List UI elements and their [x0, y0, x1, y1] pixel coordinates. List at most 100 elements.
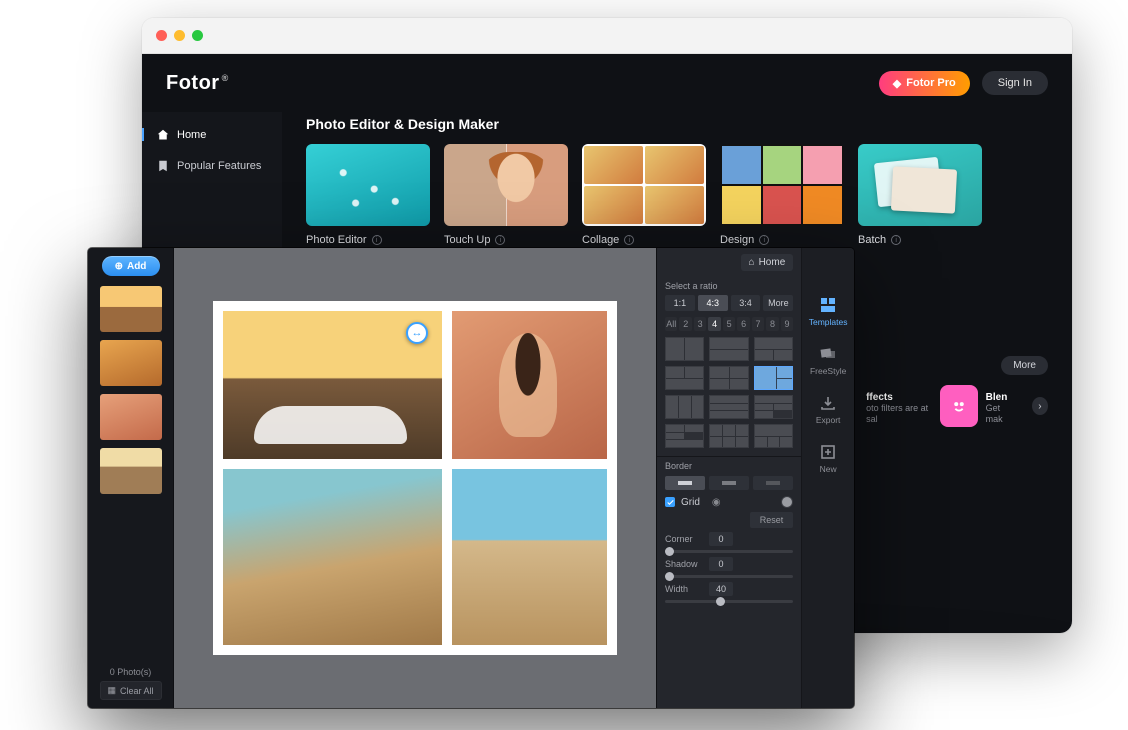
canvas-area[interactable]: ↔	[174, 248, 656, 708]
carousel-next-button[interactable]: ›	[1032, 397, 1048, 415]
ratio-3-4[interactable]: 3:4	[731, 295, 761, 311]
settings-panel: ⌂ Home Select a ratio 1:1 4:3 3:4 More A…	[657, 248, 802, 708]
source-thumbnail[interactable]	[100, 286, 162, 332]
traffic-lights[interactable]	[156, 30, 203, 41]
collage-cell[interactable]	[223, 469, 442, 645]
card-touch-up[interactable]: Touch Upi	[444, 144, 568, 246]
layout-option[interactable]	[709, 395, 748, 419]
collage-canvas[interactable]: ↔	[213, 301, 617, 655]
info-icon[interactable]: i	[759, 235, 769, 245]
border-style-pattern[interactable]	[753, 476, 793, 490]
home-button[interactable]: ⌂ Home	[741, 254, 794, 271]
layout-option[interactable]	[665, 395, 704, 419]
layout-option[interactable]	[709, 366, 748, 390]
collage-cell[interactable]	[452, 311, 607, 459]
plus-icon: ⊕	[115, 261, 123, 272]
border-style-tabs	[665, 476, 793, 490]
sidebar-item-popular[interactable]: Popular Features	[142, 151, 282, 180]
sidebar-item-home[interactable]: Home	[142, 120, 282, 149]
info-icon[interactable]: i	[891, 235, 901, 245]
slider-track[interactable]	[665, 550, 793, 553]
border-style-gradient[interactable]	[709, 476, 749, 490]
sidebar-item-label: Popular Features	[177, 160, 261, 172]
card-collage[interactable]: Collagei	[582, 144, 706, 246]
home-icon: ⌂	[749, 257, 755, 268]
face-icon	[940, 385, 977, 427]
freestyle-icon	[819, 345, 837, 363]
slider-shadow: Shadow 0	[665, 557, 793, 571]
resize-handle-icon[interactable]: ↔	[406, 322, 428, 344]
rail-new[interactable]: New	[819, 443, 837, 474]
slider-width: Width 40	[665, 582, 793, 596]
cell-count-row: All 2 3 4 5 6 7 8 9	[657, 317, 801, 337]
trash-icon: ▦	[107, 685, 116, 696]
window-titlebar	[142, 18, 1072, 54]
layout-option[interactable]	[709, 337, 748, 361]
border-style-solid[interactable]	[665, 476, 705, 490]
layout-option[interactable]	[754, 337, 793, 361]
count-6[interactable]: 6	[737, 317, 749, 331]
count-2[interactable]: 2	[679, 317, 691, 331]
grid-checkbox[interactable]	[665, 497, 675, 507]
export-icon	[819, 394, 837, 412]
rail-export[interactable]: Export	[816, 394, 841, 425]
card-photo-editor[interactable]: Photo Editori	[306, 144, 430, 246]
rail-templates[interactable]: Templates	[809, 296, 848, 327]
eye-icon[interactable]: ◉	[712, 497, 721, 508]
layout-option[interactable]	[754, 366, 793, 390]
templates-icon	[819, 296, 837, 314]
count-all[interactable]: All	[665, 317, 677, 331]
count-3[interactable]: 3	[694, 317, 706, 331]
brand-logo: Fotor®	[166, 72, 229, 95]
reset-button[interactable]: Reset	[750, 512, 794, 528]
border-label: Border	[665, 461, 793, 473]
count-8[interactable]: 8	[766, 317, 778, 331]
ratio-1-1[interactable]: 1:1	[665, 295, 695, 311]
tool-rail: Templates FreeStyle Export New	[802, 248, 854, 708]
card-thumb	[720, 144, 844, 226]
count-5[interactable]: 5	[723, 317, 735, 331]
ratio-4-3[interactable]: 4:3	[698, 295, 728, 311]
layout-option[interactable]	[665, 424, 704, 448]
feature-blend[interactable]: Blen Get mak	[940, 385, 1015, 427]
rail-freestyle[interactable]: FreeStyle	[810, 345, 846, 376]
color-swatch[interactable]	[781, 496, 793, 508]
card-thumb	[306, 144, 430, 226]
slider-track[interactable]	[665, 600, 793, 603]
layout-option[interactable]	[754, 395, 793, 419]
source-thumbnail[interactable]	[100, 448, 162, 494]
collage-editor-window: ⊕ Add 0 Photo(s) ▦ Clear All ↔ ⌂ Home	[88, 248, 854, 708]
source-thumbnails-panel: ⊕ Add 0 Photo(s) ▦ Clear All	[88, 248, 174, 708]
layout-option[interactable]	[665, 366, 704, 390]
count-4[interactable]: 4	[708, 317, 720, 331]
layout-option[interactable]	[665, 337, 704, 361]
slider-corner: Corner 0	[665, 532, 793, 546]
info-icon[interactable]: i	[624, 235, 634, 245]
sidebar-item-label: Home	[177, 129, 206, 141]
card-design[interactable]: Designi	[720, 144, 844, 246]
section-title: Photo Editor & Design Maker	[306, 116, 1048, 132]
clear-all-button[interactable]: ▦ Clear All	[100, 681, 162, 700]
ratio-more[interactable]: More	[763, 295, 793, 311]
add-button[interactable]: ⊕ Add	[102, 256, 160, 276]
source-thumbnail[interactable]	[100, 340, 162, 386]
count-7[interactable]: 7	[752, 317, 764, 331]
signin-button[interactable]: Sign In	[982, 71, 1048, 95]
diamond-icon: ◆	[893, 77, 901, 90]
layout-option[interactable]	[754, 424, 793, 448]
card-thumb	[582, 144, 706, 226]
card-batch[interactable]: Batchi	[858, 144, 982, 246]
more-button[interactable]: More	[1001, 356, 1048, 375]
slider-track[interactable]	[665, 575, 793, 578]
pro-button[interactable]: ◆ Fotor Pro	[879, 71, 970, 96]
layout-option[interactable]	[709, 424, 748, 448]
info-icon[interactable]: i	[372, 235, 382, 245]
collage-cell[interactable]	[452, 469, 607, 645]
count-9[interactable]: 9	[781, 317, 793, 331]
ratio-options: 1:1 4:3 3:4 More	[657, 293, 801, 317]
source-thumbnail[interactable]	[100, 394, 162, 440]
info-icon[interactable]: i	[495, 235, 505, 245]
card-row: Photo Editori Touch Upi Collagei Designi	[306, 144, 1048, 246]
new-icon	[819, 443, 837, 461]
card-thumb	[444, 144, 568, 226]
